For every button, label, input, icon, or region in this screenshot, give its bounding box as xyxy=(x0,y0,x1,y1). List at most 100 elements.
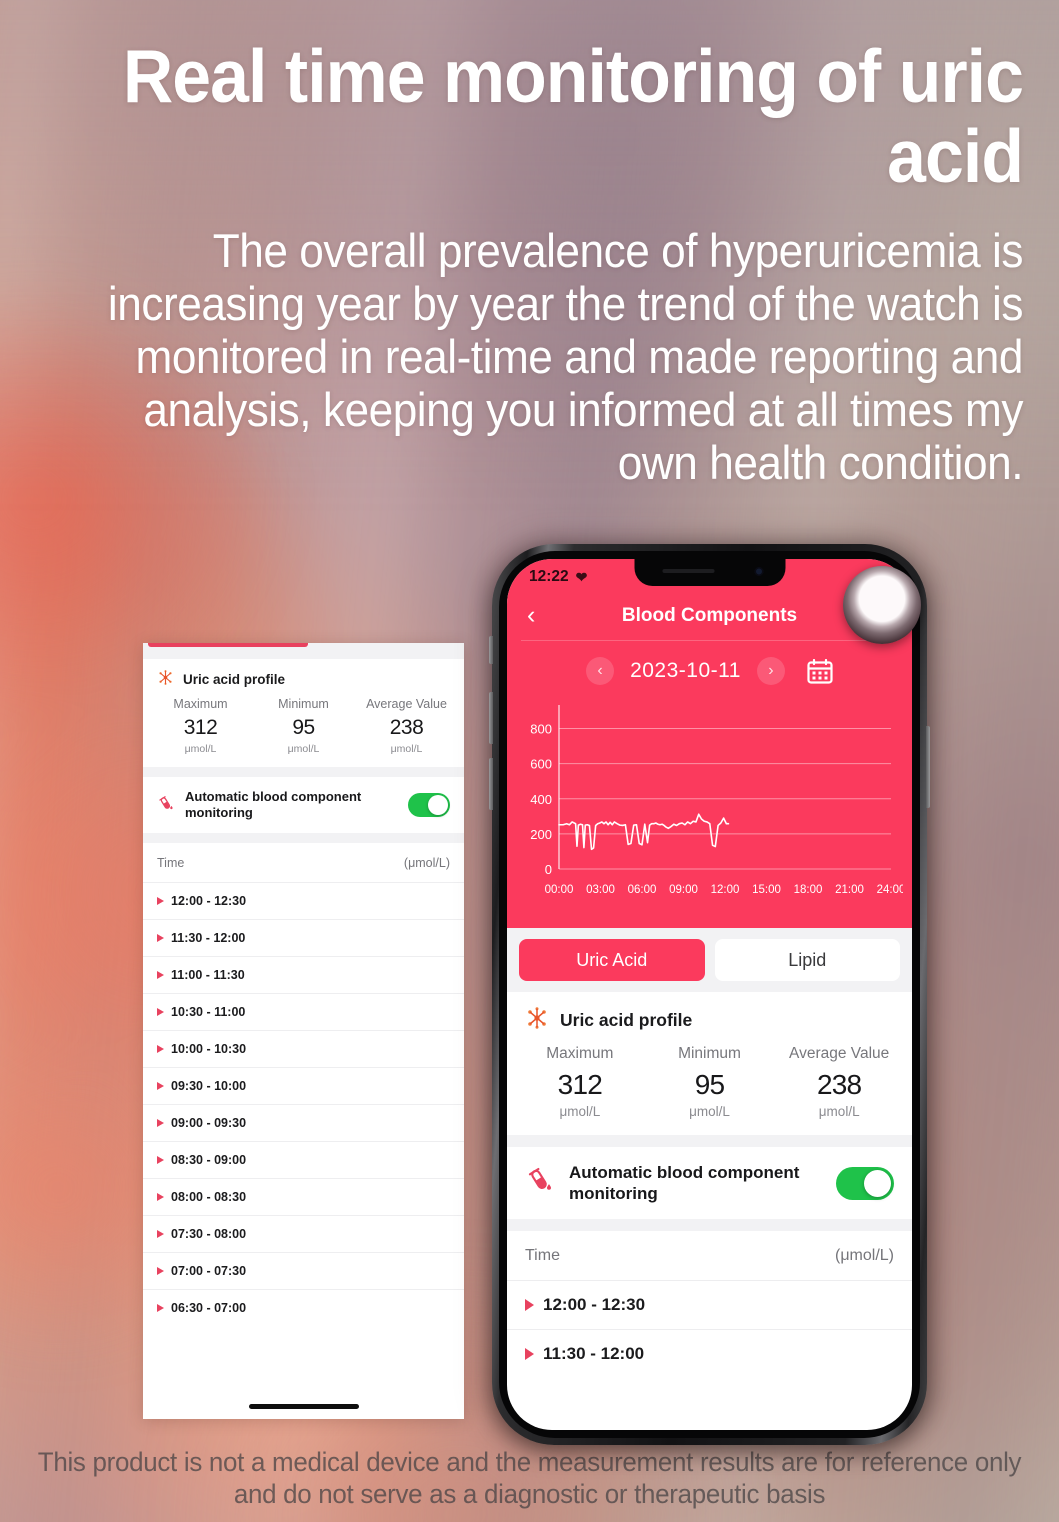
left-stat-value: 238 xyxy=(389,716,424,739)
tab-lipid[interactable]: Lipid xyxy=(714,939,900,981)
disclaimer-text: This product is not a medical device and… xyxy=(37,1447,1022,1509)
calendar-icon[interactable] xyxy=(807,658,833,684)
left-time-table-header: Time (μmol/L) xyxy=(143,843,464,882)
expand-triangle-icon xyxy=(157,1304,164,1312)
left-time-row[interactable]: 06:30 - 07:00 xyxy=(143,1289,464,1326)
auto-monitor-row: Automatic blood component monitoring xyxy=(507,1147,912,1219)
status-bar-time: 12:22 xyxy=(529,568,569,585)
svg-text:200: 200 xyxy=(530,827,552,842)
time-range-label: 07:30 - 08:00 xyxy=(171,1227,247,1241)
time-row[interactable]: 12:00 - 12:30 xyxy=(507,1280,912,1329)
left-time-row[interactable]: 11:30 - 12:00 xyxy=(143,919,464,956)
stat-unit: μmol/L xyxy=(689,1104,730,1119)
stat-label: Average Value xyxy=(789,1045,890,1062)
stat-unit: μmol/L xyxy=(818,1104,860,1119)
stat-label: Maximum xyxy=(546,1045,614,1062)
col-time: Time xyxy=(525,1247,560,1264)
left-time-row[interactable]: 09:30 - 10:00 xyxy=(143,1067,464,1104)
metric-tabs: Uric Acid Lipid xyxy=(507,928,912,992)
auto-monitor-toggle[interactable] xyxy=(836,1166,894,1200)
left-stat-unit: μmol/L xyxy=(287,743,320,755)
left-stat-value: 95 xyxy=(292,716,315,739)
left-time-row[interactable]: 08:00 - 08:30 xyxy=(143,1178,464,1215)
svg-text:600: 600 xyxy=(530,757,552,772)
svg-text:00:00: 00:00 xyxy=(545,884,574,896)
phone-mute-switch[interactable] xyxy=(489,636,493,664)
molecule-icon xyxy=(525,1006,549,1035)
stat-value: 95 xyxy=(694,1069,725,1100)
left-time-row[interactable]: 12:00 - 12:30 xyxy=(143,882,464,919)
expand-triangle-icon xyxy=(157,1008,164,1016)
left-time-row[interactable]: 11:00 - 11:30 xyxy=(143,956,464,993)
left-stats-row: Maximum 312 μmol/L Minimum 95 μmol/L Ave… xyxy=(143,693,464,767)
chevron-left-icon[interactable]: ‹ xyxy=(527,603,557,628)
expand-triangle-icon xyxy=(157,1119,164,1127)
expand-triangle-icon xyxy=(157,971,164,979)
svg-text:09:00: 09:00 xyxy=(669,884,698,896)
phone-screen: 12:22 ❤ ‹ Blood Components ‹ 2023-10-11 … xyxy=(507,559,912,1430)
molecule-icon xyxy=(157,669,174,689)
page-title: Real time monitoring of uric acid xyxy=(122,34,1024,198)
expand-triangle-icon xyxy=(157,897,164,905)
time-range-label: 07:00 - 07:30 xyxy=(171,1264,247,1278)
profile-header: Uric acid profile xyxy=(507,992,912,1041)
stat-unit: μmol/L xyxy=(559,1104,601,1119)
svg-text:12:00: 12:00 xyxy=(711,884,740,896)
auto-monitor-label: Automatic blood component monitoring xyxy=(569,1163,800,1203)
left-panel-tab-strip xyxy=(143,643,464,659)
left-screenshot-panel: Uric acid profile Maximum 312 μmol/L Min… xyxy=(143,643,464,1419)
home-indicator xyxy=(248,1404,359,1409)
prev-day-button[interactable]: ‹ xyxy=(586,657,615,685)
time-range-label: 08:00 - 08:30 xyxy=(171,1190,247,1204)
uric-acid-chart: 0 200 400 600 800 00:00 03:00 06:00 09:00 12:00 15… xyxy=(507,693,912,928)
stat-maximum: Maximum 312 μmol/L xyxy=(515,1045,645,1119)
left-time-row[interactable]: 10:00 - 10:30 xyxy=(143,1030,464,1067)
expand-triangle-icon xyxy=(157,1045,164,1053)
left-auto-monitor-label: Automatic blood component monitoring xyxy=(185,789,362,820)
tab-uric-acid[interactable]: Uric Acid xyxy=(519,939,705,981)
svg-text:21:00: 21:00 xyxy=(835,884,864,896)
left-auto-monitor-row: Automatic blood component monitoring xyxy=(143,777,464,833)
expand-triangle-icon xyxy=(157,934,164,942)
status-bar-left: 12:22 ❤ xyxy=(529,568,587,586)
left-time-row[interactable]: 09:00 - 09:30 xyxy=(143,1104,464,1141)
left-col-time: Time xyxy=(157,856,185,870)
profile-stats-row: Maximum 312 μmol/L Minimum 95 μmol/L Ave… xyxy=(507,1041,912,1135)
profile-title: Uric acid profile xyxy=(560,1010,693,1030)
time-range-label: 08:30 - 09:00 xyxy=(171,1153,247,1167)
phone-power-button[interactable] xyxy=(926,726,930,808)
left-section-divider xyxy=(143,767,464,777)
expand-triangle-icon xyxy=(157,1230,164,1238)
heart-icon: ❤ xyxy=(575,568,588,585)
svg-text:400: 400 xyxy=(530,792,552,807)
section-divider-2 xyxy=(507,1219,912,1231)
time-range-label: 09:30 - 10:00 xyxy=(171,1079,247,1093)
phone-volume-down-button[interactable] xyxy=(489,758,493,810)
time-row[interactable]: 11:30 - 12:00 xyxy=(507,1329,912,1378)
camera-lens-overlay xyxy=(843,566,921,644)
time-range-label: 12:00 - 12:30 xyxy=(543,1295,646,1314)
left-time-row[interactable]: 08:30 - 09:00 xyxy=(143,1141,464,1178)
left-section-divider-2 xyxy=(143,833,464,843)
svg-text:15:00: 15:00 xyxy=(752,884,781,896)
left-auto-monitor-toggle[interactable] xyxy=(408,793,450,817)
hero-copy: Real time monitoring of uric acid The ov… xyxy=(0,0,1059,489)
svg-text:18:00: 18:00 xyxy=(794,884,823,896)
svg-text:0: 0 xyxy=(545,862,552,877)
left-stat-minimum: Minimum 95 μmol/L xyxy=(252,697,355,755)
left-time-row[interactable]: 07:30 - 08:00 xyxy=(143,1215,464,1252)
left-stat-value: 312 xyxy=(183,716,218,739)
left-stat-label: Minimum xyxy=(278,697,329,711)
phone-volume-up-button[interactable] xyxy=(489,692,493,744)
stat-minimum: Minimum 95 μmol/L xyxy=(645,1045,775,1119)
left-profile-header: Uric acid profile xyxy=(143,659,464,693)
stat-label: Minimum xyxy=(678,1045,741,1062)
left-time-row[interactable]: 10:30 - 11:00 xyxy=(143,993,464,1030)
next-day-button[interactable]: › xyxy=(756,657,785,685)
time-range-label: 12:00 - 12:30 xyxy=(171,894,247,908)
date-navigator: ‹ 2023-10-11 › xyxy=(507,641,912,693)
chart-svg: 0 200 400 600 800 00:00 03:00 06:00 09:00 12:00 15… xyxy=(530,705,905,896)
svg-text:800: 800 xyxy=(530,722,552,737)
hero-subcopy: The overall prevalence of hyperuricemia … xyxy=(107,224,1024,489)
left-time-row[interactable]: 07:00 - 07:30 xyxy=(143,1252,464,1289)
